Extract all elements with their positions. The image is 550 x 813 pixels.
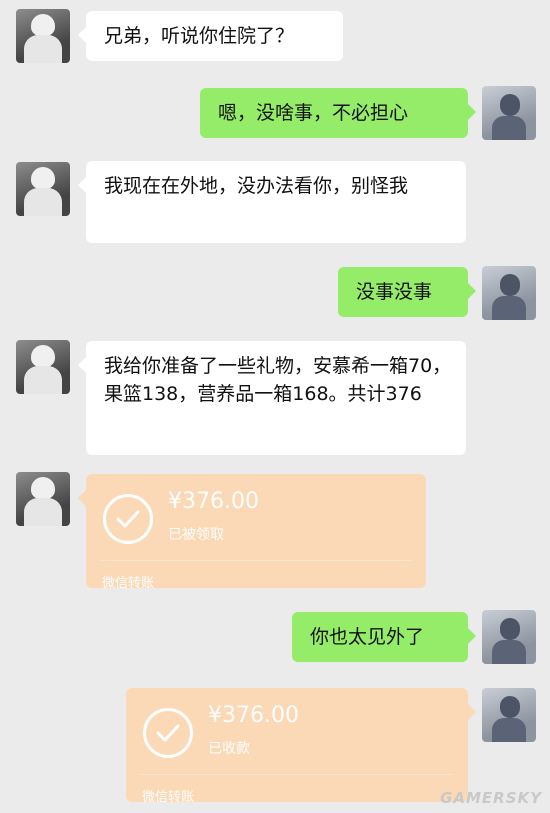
my-avatar[interactable]: [482, 610, 536, 664]
my-avatar[interactable]: [482, 86, 536, 140]
incoming-message-bubble: 兄弟，听说你住院了？: [78, 11, 343, 61]
my-avatar[interactable]: [482, 266, 536, 320]
transfer-status: 已收款: [208, 741, 250, 757]
my-avatar[interactable]: [482, 688, 536, 742]
outgoing-message-bubble: 没事没事: [338, 267, 476, 317]
watermark: GAMERSKY: [440, 789, 542, 807]
transfer-amount: ¥376.00: [208, 703, 299, 728]
friend-avatar[interactable]: [16, 162, 70, 216]
transfer-card[interactable]: ¥376.00 已收款 微信转账: [126, 688, 476, 805]
outgoing-message-bubble: 嗯，没啥事，不必担心: [200, 88, 476, 138]
friend-avatar[interactable]: [16, 9, 70, 63]
transfer-divider: [140, 774, 454, 775]
transfer-status: 已被领取: [168, 527, 224, 543]
check-icon: [143, 708, 193, 758]
transfer-amount: ¥376.00: [168, 489, 259, 514]
transfer-footer: 微信转账: [102, 576, 155, 591]
transfer-footer: 微信转账: [142, 790, 195, 805]
friend-avatar[interactable]: [16, 340, 70, 394]
incoming-message-bubble: 我现在在外地，没办法看你，别怪我: [78, 161, 466, 243]
transfer-card[interactable]: ¥376.00 已被领取 微信转账: [78, 474, 426, 591]
outgoing-message-bubble: 你也太见外了: [292, 612, 476, 662]
friend-avatar[interactable]: [16, 472, 70, 526]
check-icon: [103, 494, 153, 544]
incoming-message-bubble: 我给你准备了一些礼物，安慕希一箱70，果篮138，营养品一箱168。共计376: [78, 341, 466, 455]
transfer-divider: [100, 560, 412, 561]
